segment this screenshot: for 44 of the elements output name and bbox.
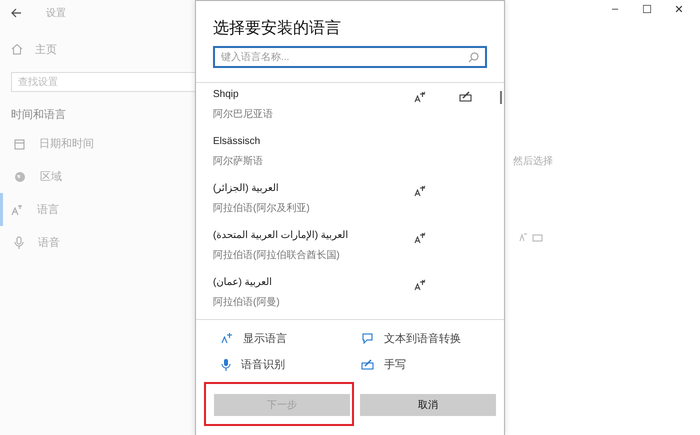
feature-icons-drawing [519, 232, 543, 242]
close-button[interactable]: ✕ [670, 3, 688, 16]
feature-label: 文本到语音转换 [384, 332, 461, 346]
dialog-title: 选择要安装的语言 [212, 18, 342, 39]
language-search-field[interactable]: 键入语言名称... [213, 46, 487, 68]
language-icon [11, 204, 23, 216]
handwriting-icon [361, 358, 374, 370]
microphone-icon [221, 358, 231, 370]
language-name: Elsässisch [213, 136, 262, 147]
scrollbar-thumb[interactable] [500, 91, 502, 104]
section-heading: 时间和语言 [10, 108, 67, 123]
language-name: العربية (الإمارات العربية المتحدة) [213, 230, 350, 241]
language-subtitle: 阿尔萨斯语 [213, 154, 264, 168]
display-language-icon [221, 332, 233, 344]
language-name: العربية (عمان) [213, 277, 273, 288]
home-icon [11, 43, 23, 55]
search-field[interactable]: 查找设置 [11, 72, 195, 92]
display-language-icon [414, 91, 426, 103]
globe-icon [14, 170, 26, 182]
feature-label: 手写 [384, 358, 406, 372]
instruction-text: 然后选择 [513, 154, 554, 168]
language-subtitle: 阿拉伯语(阿尔及利亚) [213, 202, 311, 215]
feature-label: 语音识别 [241, 358, 285, 372]
maximize-button[interactable]: ☐ [638, 3, 656, 16]
calendar-icon [14, 138, 25, 150]
search-icon [468, 52, 479, 63]
language-subtitle: 阿拉伯语(阿拉伯联合酋长国) [213, 248, 341, 262]
handwriting-icon [459, 91, 472, 102]
display-language-icon [414, 279, 426, 291]
cancel-button[interactable]: 取消 [360, 394, 496, 416]
back-arrow-icon[interactable] [10, 7, 22, 19]
window-title: 设置 [46, 6, 66, 20]
microphone-icon [14, 236, 24, 249]
minimize-button[interactable]: – [606, 3, 624, 16]
feature-label: 显示语言 [243, 332, 287, 346]
language-subtitle: 阿尔巴尼亚语 [213, 108, 274, 121]
language-item[interactable]: Elsässisch 阿尔萨斯语 [196, 130, 504, 177]
display-language-icon [414, 185, 426, 197]
language-subtitle: 阿拉伯语(阿曼) [213, 296, 281, 309]
language-name: العربية (الجزائر) [213, 183, 280, 194]
speech-bubble-icon [361, 332, 374, 344]
language-name: Shqip [213, 89, 240, 100]
language-item[interactable]: Shqip 阿尔巴尼亚语 [196, 83, 504, 130]
display-language-icon [414, 232, 426, 244]
